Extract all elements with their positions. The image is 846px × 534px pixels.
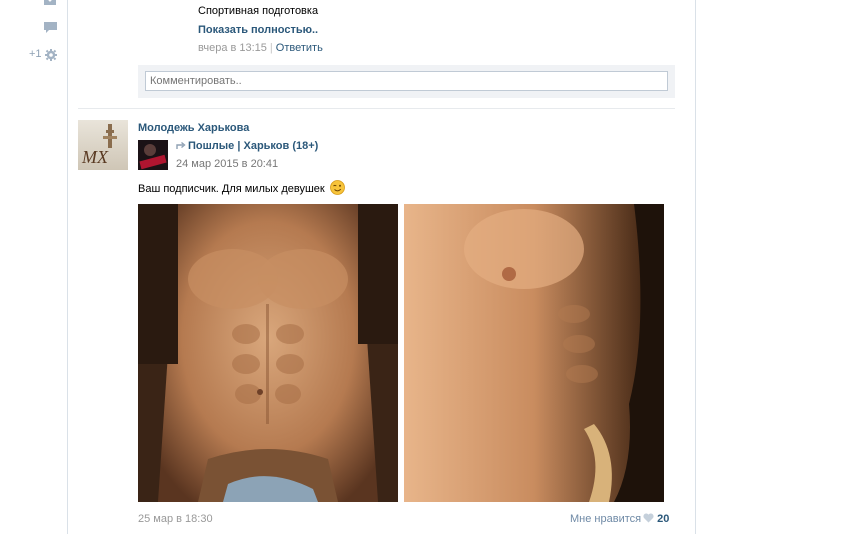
- feed-right-border: [695, 0, 696, 534]
- gear-icon[interactable]: [45, 49, 57, 61]
- left-action-rail: +1: [0, 0, 68, 534]
- like-label: Мне нравится: [570, 513, 642, 525]
- comment-time[interactable]: вчера в 13:15: [198, 42, 267, 54]
- reply-link[interactable]: Ответить: [276, 42, 323, 54]
- photo-1-image: [138, 204, 398, 502]
- plus-one-label[interactable]: +1: [29, 48, 42, 60]
- repost-arrow-icon: [176, 141, 186, 149]
- like-button[interactable]: Мне нравится 20: [570, 513, 669, 525]
- previous-comment-text: Спортивная подготовка: [198, 5, 319, 17]
- author-avatar[interactable]: MX: [78, 120, 128, 170]
- previous-comment-meta: вчера в 13:15 | Ответить: [198, 42, 323, 54]
- post-author-link[interactable]: Молодежь Харькова: [138, 122, 249, 134]
- photo-2-image: [404, 204, 664, 502]
- svg-text:MX: MX: [81, 147, 109, 167]
- post-date[interactable]: 25 мар в 18:30: [138, 513, 213, 525]
- post-photo-2[interactable]: [404, 204, 664, 502]
- comment-input[interactable]: [145, 71, 668, 91]
- repost-source-avatar[interactable]: [138, 140, 168, 170]
- post-photo-1[interactable]: [138, 204, 398, 502]
- comment-box: [138, 65, 675, 98]
- meta-separator: |: [269, 42, 273, 54]
- post-divider: [78, 108, 675, 109]
- repost-date[interactable]: 24 мар 2015 в 20:41: [176, 158, 278, 170]
- post-text: Ваш подписчик. Для милых девушек: [138, 180, 345, 195]
- post-text-body: Ваш подписчик. Для милых девушек: [138, 183, 325, 195]
- like-count: 20: [657, 513, 670, 525]
- heart-icon: [643, 513, 654, 523]
- wink-emoji-icon: [329, 180, 345, 195]
- repost-avatar-image: [138, 140, 168, 170]
- show-more-link[interactable]: Показать полностью..: [198, 24, 318, 36]
- author-logo-image: MX: [78, 120, 128, 170]
- comment-icon[interactable]: [44, 22, 57, 34]
- repost-source-link[interactable]: Пошлые | Харьков (18+): [176, 140, 318, 152]
- repost-source-name: Пошлые | Харьков (18+): [188, 140, 319, 152]
- envelope-icon[interactable]: [44, 0, 56, 6]
